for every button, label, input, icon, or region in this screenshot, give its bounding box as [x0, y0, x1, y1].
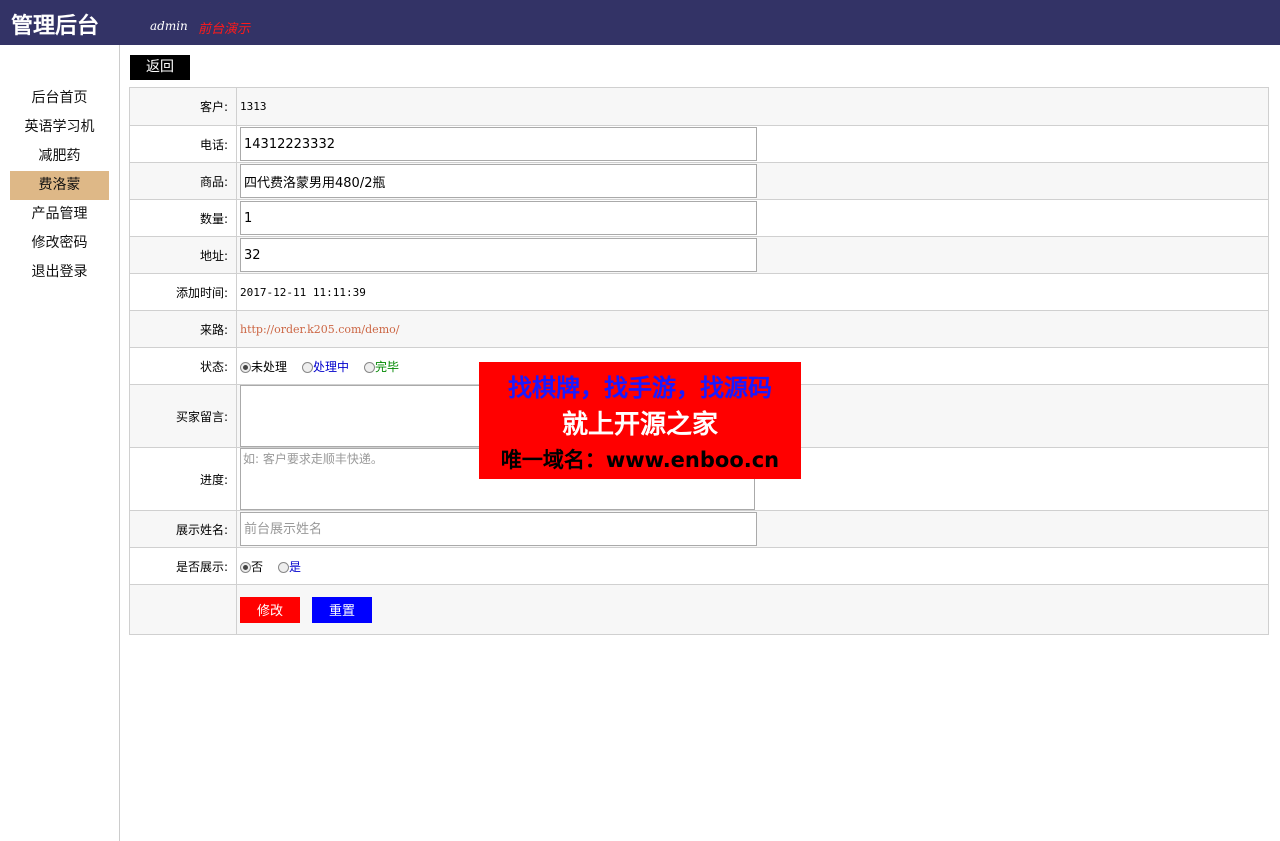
form-row-product: 商品: — [130, 162, 1268, 199]
show-option-no[interactable]: 否 — [240, 558, 263, 575]
added-time-label: 添加时间: — [130, 274, 237, 310]
actions-label-cell — [130, 585, 237, 634]
sidebar-item-change-password[interactable]: 修改密码 — [10, 229, 109, 258]
form-row-added-time: 添加时间: 2017-12-11 11:11:39 — [130, 273, 1268, 310]
ad-domain: 唯一域名：www.enboo.cn — [500, 448, 780, 472]
status-option-processing[interactable]: 处理中 — [302, 358, 349, 375]
product-field[interactable] — [240, 164, 757, 198]
submit-button[interactable]: 修改 — [240, 596, 300, 623]
form-row-phone: 电话: — [130, 125, 1268, 162]
sidebar: 后台首页 英语学习机 减肥药 费洛蒙 产品管理 修改密码 退出登录 — [0, 45, 120, 841]
progress-label: 进度: — [130, 448, 237, 510]
order-edit-form: 客户: 1313 电话: 商品: 数量: 地址: 添加时间: 2017-12-1… — [129, 87, 1269, 635]
status-option-label: 未处理 — [251, 359, 288, 374]
customer-value: 1313 — [240, 100, 267, 113]
sidebar-item-logout[interactable]: 退出登录 — [10, 258, 109, 287]
address-field[interactable] — [240, 238, 757, 272]
frontend-demo-link[interactable]: 前台演示 — [198, 18, 250, 37]
status-option-pending[interactable]: 未处理 — [240, 358, 287, 375]
quantity-label: 数量: — [130, 200, 237, 236]
app-title: 管理后台 — [11, 13, 100, 39]
status-option-done[interactable]: 完毕 — [364, 358, 399, 375]
form-row-address: 地址: — [130, 236, 1268, 273]
display-name-label: 展示姓名: — [130, 511, 237, 547]
status-radio-done[interactable] — [364, 361, 376, 373]
form-row-source: 来路: http://order.k205.com/demo/ — [130, 310, 1268, 347]
sidebar-item-product-management[interactable]: 产品管理 — [10, 200, 109, 229]
buyer-message-label: 买家留言: — [130, 385, 237, 447]
display-name-field[interactable] — [240, 512, 757, 546]
address-label: 地址: — [130, 237, 237, 273]
sidebar-item-pheromone[interactable]: 费洛蒙 — [10, 171, 109, 200]
form-row-display-name: 展示姓名: — [130, 510, 1268, 547]
status-label: 状态: — [130, 348, 237, 384]
current-user: admin — [150, 19, 188, 33]
show-option-yes[interactable]: 是 — [278, 558, 301, 575]
quantity-field[interactable] — [240, 201, 757, 235]
product-label: 商品: — [130, 163, 237, 199]
ad-tagline: 就上开源之家 — [561, 410, 718, 440]
sidebar-item-home[interactable]: 后台首页 — [10, 84, 109, 113]
show-radio-yes[interactable] — [278, 561, 290, 573]
top-bar: 管理后台 admin 前台演示 — [0, 0, 1280, 45]
form-row-customer: 客户: 1313 — [130, 88, 1268, 125]
customer-label: 客户: — [130, 88, 237, 125]
show-option-label: 是 — [289, 559, 302, 574]
show-option-label: 否 — [251, 559, 264, 574]
status-option-label: 处理中 — [313, 359, 350, 374]
reset-button[interactable]: 重置 — [312, 596, 372, 623]
status-radio-pending[interactable] — [240, 361, 251, 373]
status-radio-processing[interactable] — [302, 361, 314, 373]
phone-field[interactable] — [240, 127, 757, 161]
added-time-value: 2017-12-11 11:11:39 — [240, 285, 366, 299]
status-option-label: 完毕 — [375, 359, 400, 374]
source-link[interactable]: http://order.k205.com/demo/ — [240, 323, 399, 336]
ad-banner[interactable]: 找棋牌，找手游，找源码 就上开源之家 唯一域名：www.enboo.cn — [479, 362, 801, 479]
ad-headline: 找棋牌，找手游，找源码 — [508, 374, 772, 402]
back-button[interactable]: 返回 — [130, 55, 190, 80]
phone-label: 电话: — [130, 126, 237, 162]
sidebar-nav: 后台首页 英语学习机 减肥药 费洛蒙 产品管理 修改密码 退出登录 — [10, 84, 109, 287]
source-label: 来路: — [130, 311, 237, 347]
sidebar-item-english-learning-machine[interactable]: 英语学习机 — [10, 113, 109, 142]
form-row-quantity: 数量: — [130, 199, 1268, 236]
form-row-show: 是否展示: 否 是 — [130, 547, 1268, 584]
show-radio-no[interactable] — [240, 561, 251, 573]
form-row-actions: 修改 重置 — [130, 584, 1268, 634]
sidebar-item-diet-pills[interactable]: 减肥药 — [10, 142, 109, 171]
show-label: 是否展示: — [130, 548, 237, 584]
